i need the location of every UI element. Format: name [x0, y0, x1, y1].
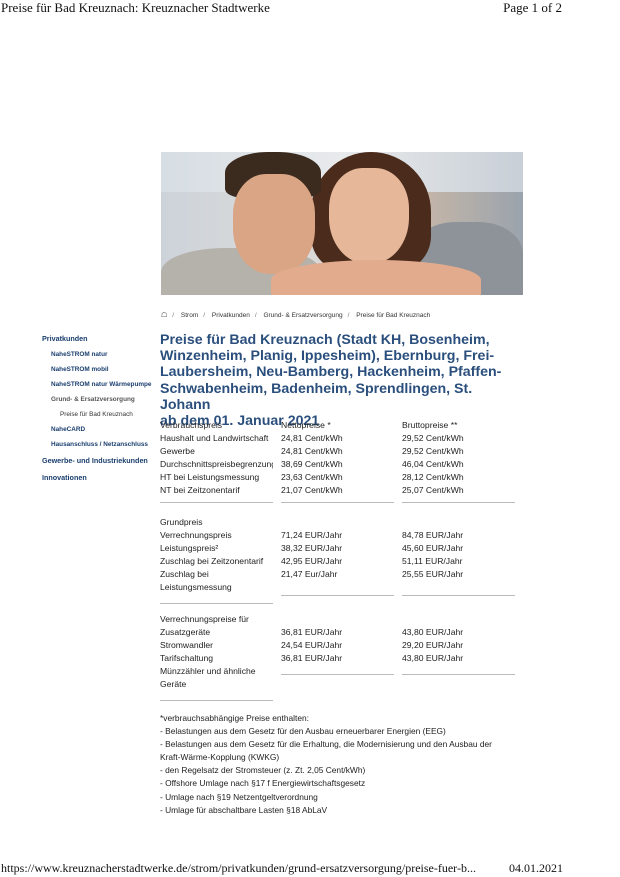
sidebar-item-nahecard[interactable]: NaheCARD — [51, 426, 85, 433]
table-cell: 29,52 Cent/kWh — [402, 446, 464, 456]
table-title: Verrechnungspreise für — [160, 614, 249, 624]
note-line: - Offshore Umlage nach §17 f Energiewirt… — [160, 778, 366, 789]
table-cell: 36,81 EUR/Jahr — [281, 653, 343, 663]
table-cell: Leistungspreis² — [160, 543, 219, 553]
divider — [402, 595, 515, 596]
table-cell: 42,95 EUR/Jahr — [281, 556, 343, 566]
table-cell: 25,55 EUR/Jahr — [402, 569, 464, 579]
title-line-1: Preise für Bad Kreuznach (Stadt KH, Bose… — [160, 332, 490, 348]
table-cell: Haushalt und Landwirtschaft — [160, 433, 269, 443]
table-cell: Tarifschaltung — [160, 653, 214, 663]
title-line-4: Schwabenheim, Badenheim, Sprendlingen, S… — [160, 380, 473, 413]
note-line: - Belastungen aus dem Gesetz für die Erh… — [160, 739, 492, 750]
table-cell: 45,60 EUR/Jahr — [402, 543, 464, 553]
table-cell: 21,47 Eur/Jahr — [281, 569, 338, 579]
note-line: - Umlage nach §19 Netzentgeltverordnung — [160, 791, 318, 802]
col-header: Verbrauchspreis — [160, 420, 223, 430]
table-cell: 21,07 Cent/kWh — [281, 485, 343, 495]
print-footer: https://www.kreuznacherstadtwerke.de/str… — [0, 861, 620, 877]
table-cell: 46,04 Cent/kWh — [402, 459, 464, 469]
table-cell: NT bei Zeitzonentarif — [160, 485, 240, 495]
table-cell: 25,07 Cent/kWh — [402, 485, 464, 495]
table-cell: 23,63 Cent/kWh — [281, 472, 343, 482]
col-header: Nettopreise * — [281, 420, 331, 430]
table-cell: 38,69 Cent/kWh — [281, 459, 343, 469]
table-cell: 43,80 EUR/Jahr — [402, 627, 464, 637]
table-cell: Gewerbe — [160, 446, 195, 456]
sidebar-item-nahestrom-waermepumpe[interactable]: NaheSTROM natur Wärmepumpe — [51, 381, 152, 388]
sidebar-item-grundversorgung[interactable]: Grund- & Ersatzversorgung — [51, 396, 135, 403]
note-line: - Umlage für abschaltbare Lasten §18 AbL… — [160, 804, 328, 815]
table-cell: 51,11 EUR/Jahr — [402, 556, 463, 566]
hero-image — [161, 152, 523, 295]
table-cell: 36,81 EUR/Jahr — [281, 627, 343, 637]
title-line-3: Laubersheim, Neu-Bamberg, Hackenheim, Pf… — [160, 364, 502, 381]
sidebar-item-privatkunden[interactable]: Privatkunden — [42, 334, 88, 343]
divider — [281, 674, 394, 675]
table-cell: Stromwandler — [160, 640, 214, 650]
table-title: Grundpreis — [160, 517, 203, 527]
divider — [402, 674, 515, 675]
note-line: - Belastungen aus dem Gesetz für den Aus… — [160, 726, 446, 737]
col-header: Bruttopreise ** — [402, 420, 458, 430]
sidebar-item-innovationen[interactable]: Innovationen — [42, 473, 87, 482]
table-cell: Durchschnittspreisbegrenzung — [160, 459, 273, 469]
divider — [281, 502, 394, 503]
home-icon[interactable]: ☖ — [161, 312, 167, 319]
breadcrumb: ☖ / Strom / Privatkunden / Grund- & Ersatzv… — [161, 312, 431, 319]
table-cell: 24,81 Cent/kWh — [281, 433, 343, 443]
table-cell: Zuschlag bei Zeitzonentarif — [160, 556, 264, 566]
breadcrumb-item-grundversorgung[interactable]: Grund- & Ersatzversorgung — [263, 312, 342, 319]
table-cell: Leistungsmessung — [160, 582, 232, 592]
note-line: *verbrauchsabhängige Preise enthalten: — [160, 713, 309, 723]
table-cell: 24,81 Cent/kWh — [281, 446, 343, 456]
table-cell: 29,20 EUR/Jahr — [402, 640, 464, 650]
divider — [160, 502, 273, 503]
note-line: Kraft-Wärme-Kopplung (KWKG) — [160, 752, 280, 763]
sidebar-item-nahestrom-mobil[interactable]: NaheSTROM mobil — [51, 366, 109, 373]
print-page-title: Preise für Bad Kreuznach: Kreuznacher St… — [1, 0, 270, 15]
table-cell: Verrechnungspreis — [160, 530, 232, 540]
breadcrumb-item-strom[interactable]: Strom — [181, 312, 198, 319]
print-url: https://www.kreuznacherstadtwerke.de/str… — [1, 861, 476, 875]
table-cell: 24,54 EUR/Jahr — [281, 640, 343, 650]
print-page-number: Page 1 of 2 — [503, 0, 562, 15]
sidebar-item-hausanschluss[interactable]: Hausanschluss / Netzanschluss — [51, 441, 148, 448]
sidebar-item-nahestrom-natur[interactable]: NaheSTROM natur — [51, 351, 107, 358]
divider — [281, 595, 394, 596]
divider — [402, 502, 515, 503]
table-cell: 38,32 EUR/Jahr — [281, 543, 343, 553]
page-title: Preise für Bad Kreuznach (Stadt KH, Bose… — [160, 332, 516, 429]
title-line-2: Winzenheim, Planig, Ippesheim), Ebernbur… — [160, 348, 495, 365]
print-date: 04.01.2021 — [509, 861, 563, 875]
divider — [160, 700, 273, 701]
table-cell: 29,52 Cent/kWh — [402, 433, 464, 443]
divider — [160, 603, 273, 604]
sidebar-item-gewerbe[interactable]: Gewerbe- und Industriekunden — [42, 456, 148, 465]
table-cell: 71,24 EUR/Jahr — [281, 530, 343, 540]
table-cell: 28,12 Cent/kWh — [402, 472, 464, 482]
table-cell: Zuschlag bei — [160, 569, 209, 579]
table-cell: HT bei Leistungsmessung — [160, 472, 260, 482]
print-header: Preise für Bad Kreuznach: Kreuznacher St… — [0, 0, 620, 18]
price-notes: *verbrauchsabhängige Preise enthalten: -… — [160, 712, 492, 817]
sidebar-item-preise-bad-kreuznach[interactable]: Preise für Bad Kreuznach — [60, 411, 133, 418]
note-line: - den Regelsatz der Stromsteuer (z. Zt. … — [160, 765, 366, 776]
table-cell: 43,80 EUR/Jahr — [402, 653, 464, 663]
table-cell: Zusatzgeräte — [160, 627, 211, 637]
breadcrumb-item-privatkunden[interactable]: Privatkunden — [212, 312, 250, 319]
table-cell: Geräte — [160, 679, 187, 689]
breadcrumb-item-current: Preise für Bad Kreuznach — [356, 312, 431, 319]
table-cell: Münzzähler und ähnliche — [160, 666, 256, 676]
table-cell: 84,78 EUR/Jahr — [402, 530, 464, 540]
